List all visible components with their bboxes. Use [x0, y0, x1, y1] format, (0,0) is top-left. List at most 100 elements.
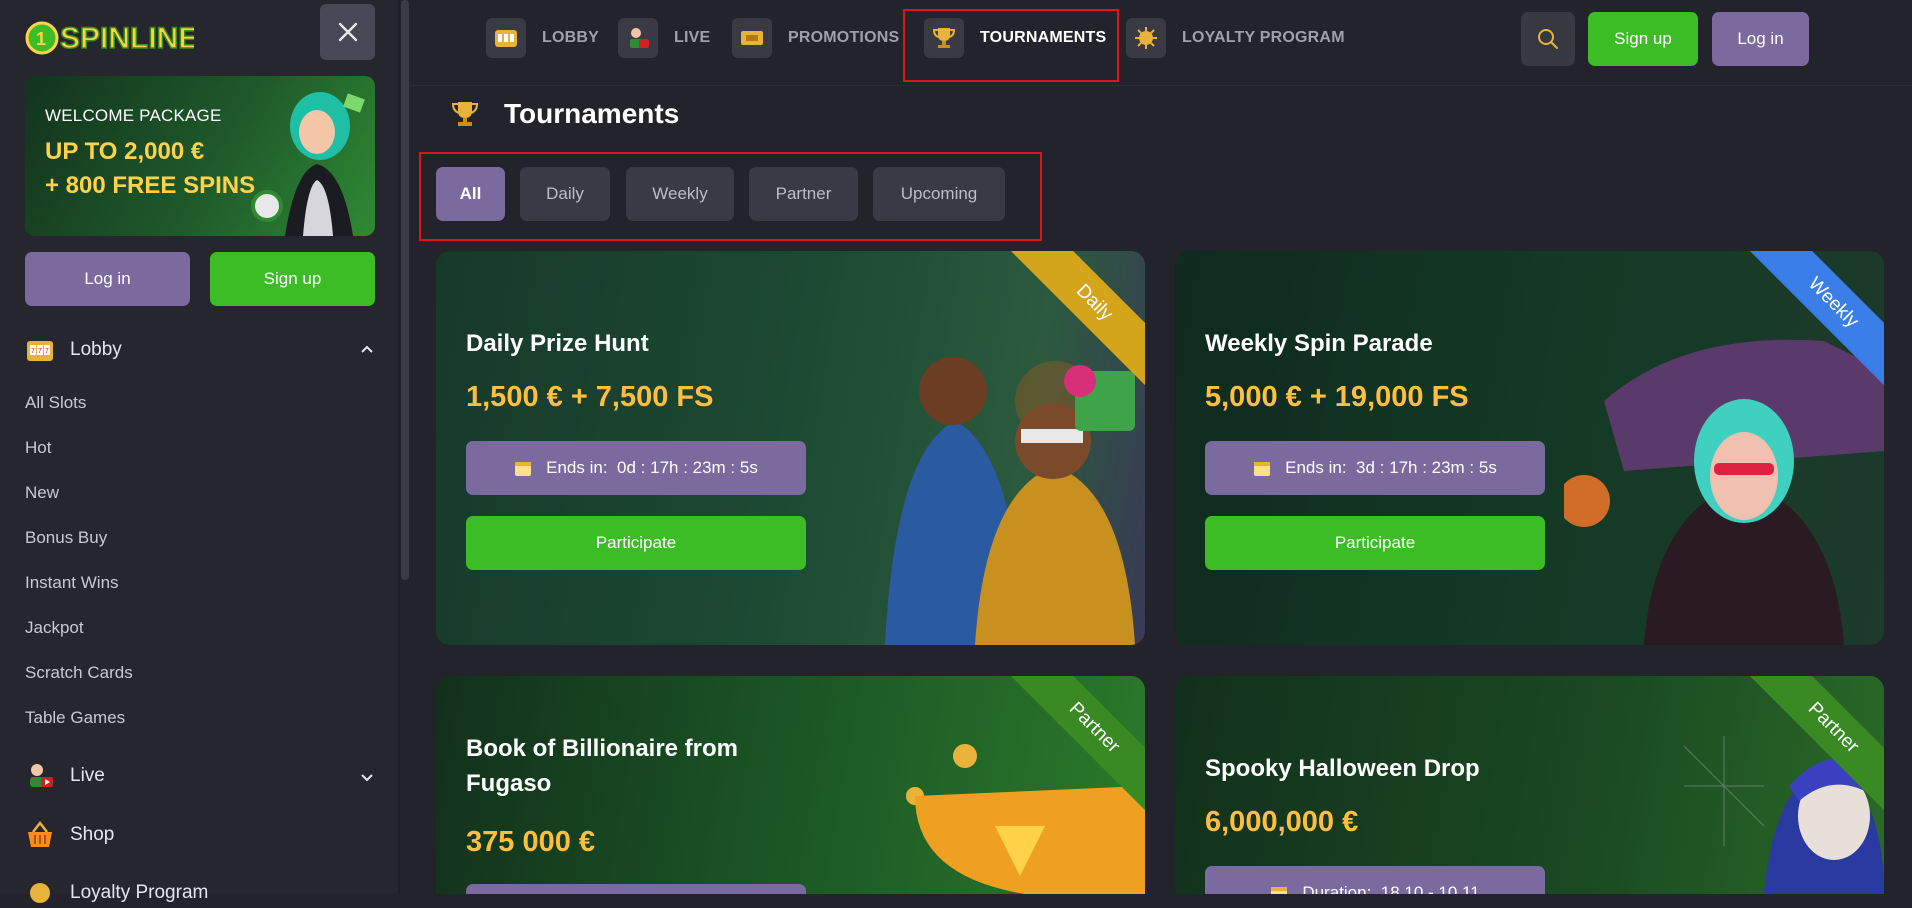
card-timer: Ends in: 0d : 17h : 23m : 5s: [466, 441, 806, 495]
sidebar-item-label: Shop: [70, 824, 115, 845]
tournament-card-book-of-billionaire[interactable]: Partner Book of Billionaire from Fugaso …: [436, 676, 1145, 894]
timer-value: 18.10 - 10.11: [1380, 883, 1480, 894]
sidebar-link-scratch-cards[interactable]: Scratch Cards: [25, 663, 133, 683]
nav-loyalty-program[interactable]: LOYALTY PROGRAM: [1126, 18, 1345, 58]
timer-label: Ends in:: [546, 458, 608, 477]
tournament-card-weekly-spin-parade[interactable]: Weekly Weekly Spin Parade 5,000 € + 19,0…: [1175, 251, 1884, 645]
card-prize: 5,000 € + 19,000 FS: [1205, 381, 1469, 413]
sidebar-item-label: Live: [70, 765, 105, 786]
slot-machine-icon: 7 7 7: [27, 341, 53, 361]
chevron-up-icon[interactable]: [360, 342, 374, 356]
svg-text:7: 7: [45, 348, 49, 355]
card-prize: 375 000 €: [466, 826, 596, 858]
card-prize: 6,000,000 €: [1205, 806, 1359, 838]
sidebar-link-bonus-buy[interactable]: Bonus Buy: [25, 528, 107, 548]
close-sidebar-button[interactable]: [320, 4, 375, 60]
page-title-text: Tournaments: [504, 98, 680, 129]
nav-label: LIVE: [674, 29, 711, 46]
sidebar-link-jackpot[interactable]: Jackpot: [25, 618, 84, 638]
card-title: Weekly Spin Parade: [1205, 330, 1433, 357]
card-title-line2: Fugaso: [466, 770, 552, 797]
loyalty-icon: [1126, 18, 1166, 58]
page-title: Tournaments: [450, 98, 679, 130]
nav-promotions[interactable]: PROMOTIONS: [732, 18, 899, 58]
tournaments-nav-highlight-box: [903, 9, 1119, 82]
welcome-line2: UP TO 2,000 €: [45, 138, 205, 165]
header-login-button[interactable]: Log in: [1712, 12, 1809, 66]
ticket-icon: [732, 18, 772, 58]
live-dealer-icon: [618, 18, 658, 58]
card-badge-ribbon: Partner: [1005, 676, 1145, 816]
nav-label: LOYALTY PROGRAM: [1182, 29, 1345, 46]
svg-text:7: 7: [38, 348, 42, 355]
trophy-icon: [451, 102, 479, 126]
chevron-down-icon[interactable]: [360, 771, 374, 785]
badge-partner: Partner: [1011, 676, 1145, 811]
nav-live[interactable]: LIVE: [618, 18, 710, 58]
sidebar-link-instant-wins[interactable]: Instant Wins: [25, 573, 119, 593]
nav-label: LOBBY: [542, 29, 599, 46]
filter-tab-upcoming[interactable]: Upcoming: [873, 167, 1005, 221]
badge-daily: Daily: [1011, 251, 1145, 386]
welcome-line1: WELCOME PACKAGE: [45, 106, 222, 125]
basket-icon: [28, 820, 52, 847]
close-icon: [338, 22, 357, 42]
welcome-package-banner[interactable]: WELCOME PACKAGE UP TO 2,000 € + 800 FREE…: [25, 76, 375, 236]
search-button[interactable]: [1521, 12, 1575, 66]
timer-value: 3d : 17h : 23m : 5s: [1356, 458, 1497, 477]
tournament-card-daily-prize-hunt[interactable]: Daily Daily Prize Hunt 1,500 € + 7,500 F…: [436, 251, 1145, 645]
svg-text:1: 1: [36, 29, 46, 49]
sidebar-link-new[interactable]: New: [25, 483, 59, 503]
card-prize: 1,500 € + 7,500 FS: [466, 381, 714, 413]
tournament-card-spooky-halloween-drop[interactable]: Partner Spooky Halloween Drop 6,000,000 …: [1175, 676, 1884, 894]
sidebar: 1 SPINLINE WELCOME PACKAGE UP TO 2,000 €…: [0, 0, 400, 903]
card-timer: Duration: 18.10 - 10.11: [1205, 866, 1545, 894]
card-title: Daily Prize Hunt: [466, 330, 649, 357]
card-badge-ribbon: Weekly: [1744, 251, 1884, 391]
card-title: Spooky Halloween Drop: [1205, 755, 1480, 782]
calendar-icon: [1254, 462, 1271, 476]
sidebar-signup-button[interactable]: Sign up: [210, 252, 375, 306]
sidebar-item-loyalty[interactable]: Loyalty Program: [25, 878, 208, 908]
sidebar-login-button[interactable]: Log in: [25, 252, 190, 306]
sidebar-item-shop[interactable]: Shop: [25, 820, 114, 850]
sidebar-link-table-games[interactable]: Table Games: [25, 708, 125, 728]
card-timer: Ends in: 3d : 17h : 23m : 5s: [1205, 441, 1545, 495]
welcome-character-image: [251, 92, 365, 236]
nav-lobby[interactable]: LOBBY: [486, 18, 599, 58]
nav-label: PROMOTIONS: [788, 29, 900, 46]
slot-machine-icon: [486, 18, 526, 58]
timer-value: 0d : 17h : 23m : 5s: [617, 458, 758, 477]
sidebar-item-label: Lobby: [70, 339, 122, 360]
participate-button[interactable]: Participate: [466, 516, 806, 570]
filter-tab-weekly[interactable]: Weekly: [626, 167, 734, 221]
calendar-icon: [515, 462, 532, 476]
card-title: Book of Billionaire from Fugaso: [466, 731, 738, 801]
timer-label: Duration:: [1302, 883, 1372, 894]
loyalty-icon: [30, 883, 50, 903]
header-signup-button[interactable]: Sign up: [1588, 12, 1698, 66]
sidebar-scrollbar[interactable]: [401, 0, 409, 580]
sidebar-link-hot[interactable]: Hot: [25, 438, 51, 458]
card-title-line1: Book of Billionaire from: [466, 735, 739, 762]
live-dealer-icon: [30, 764, 53, 787]
logo-text: SPINLINE: [60, 22, 194, 55]
participate-button[interactable]: Participate: [1205, 516, 1545, 570]
calendar-icon: [1271, 887, 1288, 894]
search-icon: [1538, 29, 1558, 49]
badge-weekly: Weekly: [1750, 251, 1884, 386]
card-timer: [466, 884, 806, 894]
svg-text:7: 7: [31, 348, 35, 355]
filter-tab-all[interactable]: All: [436, 167, 505, 221]
sidebar-item-lobby[interactable]: 7 7 7 Lobby: [25, 335, 122, 365]
filter-tab-daily[interactable]: Daily: [520, 167, 610, 221]
timer-label: Ends in:: [1285, 458, 1347, 477]
card-badge-ribbon: Daily: [1005, 251, 1145, 391]
spinline-logo[interactable]: 1 SPINLINE: [24, 10, 194, 60]
sidebar-item-label: Loyalty Program: [70, 882, 209, 903]
card-badge-ribbon: Partner: [1744, 676, 1884, 816]
sidebar-item-live[interactable]: Live: [25, 761, 105, 791]
sidebar-link-all-slots[interactable]: All Slots: [25, 393, 86, 413]
filter-tab-partner[interactable]: Partner: [749, 167, 858, 221]
badge-partner: Partner: [1750, 676, 1884, 811]
